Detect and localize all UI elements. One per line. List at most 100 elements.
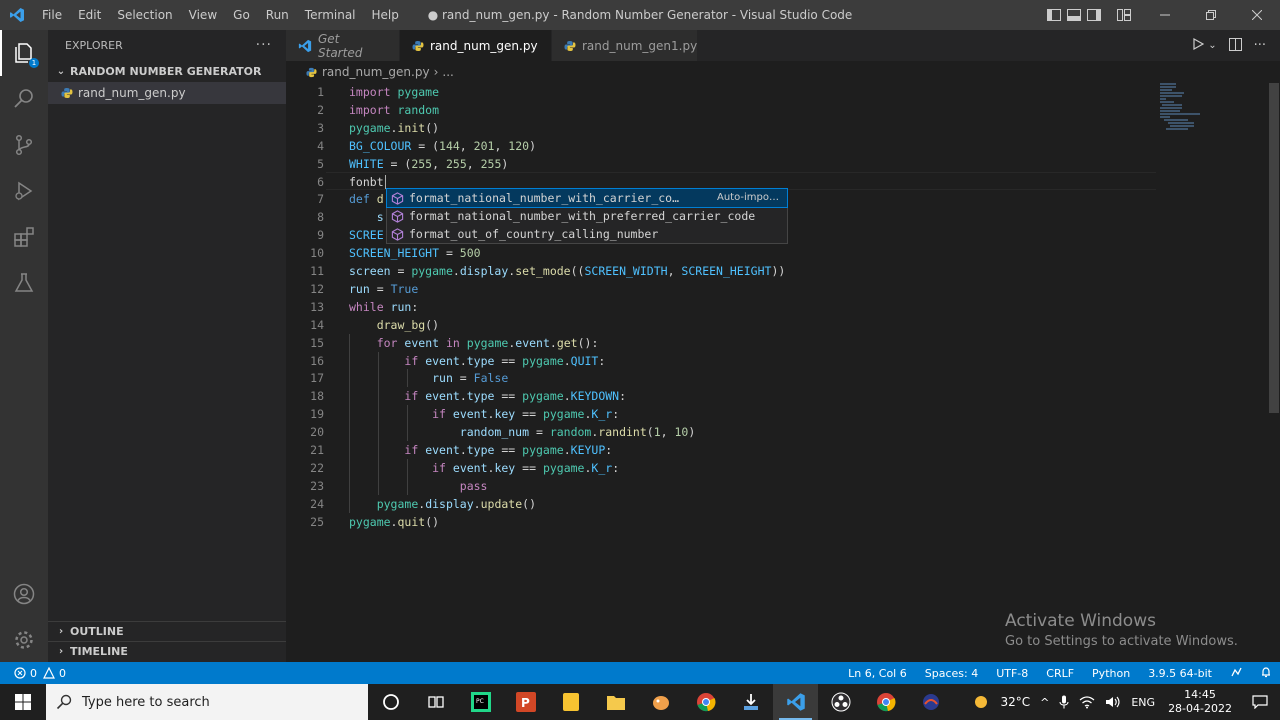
code-line[interactable]: 5 WHITE = (255, 255, 255) <box>286 155 1266 173</box>
cursor-position[interactable]: Ln 6, Col 6 <box>848 667 907 680</box>
timeline-section[interactable]: › TIMELINE <box>48 641 286 661</box>
chrome-icon[interactable] <box>683 684 728 720</box>
problems-indicator[interactable]: 0 0 <box>0 667 66 680</box>
run-debug-icon[interactable] <box>0 168 48 214</box>
installer-icon[interactable] <box>728 684 773 720</box>
indentation[interactable]: Spaces: 4 <box>925 667 978 680</box>
code-line[interactable]: 21 if event.type == pygame.KEYUP: <box>286 441 1266 459</box>
source-control-icon[interactable] <box>0 122 48 168</box>
code-editor[interactable]: 1 import pygame 2 import random 3 pygame.init… <box>286 83 1266 662</box>
code-line[interactable]: 13 while run: <box>286 298 1266 316</box>
code-line[interactable]: 4 BG_COLOUR = (144, 201, 120) <box>286 137 1266 155</box>
temperature[interactable]: 32°C <box>995 695 1035 709</box>
menu-edit[interactable]: Edit <box>70 0 109 30</box>
file-item-rand-num-gen[interactable]: rand_num_gen.py <box>48 82 286 104</box>
powerpoint-icon[interactable]: P <box>503 684 548 720</box>
testing-flask-icon[interactable] <box>0 260 48 306</box>
menu-go[interactable]: Go <box>225 0 258 30</box>
code-line[interactable]: 16 if event.type == pygame.QUIT: <box>286 352 1266 370</box>
editor-scrollbar[interactable] <box>1266 83 1280 662</box>
pycharm-icon[interactable]: PC <box>458 684 503 720</box>
input-language[interactable]: ENG <box>1126 696 1160 709</box>
media-app-icon[interactable] <box>908 684 953 720</box>
close-icon[interactable] <box>1234 0 1280 30</box>
volume-icon[interactable] <box>1100 695 1126 709</box>
explorer-icon[interactable]: 1 <box>0 30 48 76</box>
minimize-icon[interactable] <box>1142 0 1188 30</box>
network-wifi-icon[interactable] <box>1074 695 1100 709</box>
notifications-bell-icon[interactable] <box>1260 666 1272 681</box>
language-mode[interactable]: Python <box>1092 667 1130 680</box>
more-actions-button[interactable]: ··· <box>256 37 272 53</box>
end-of-line[interactable]: CRLF <box>1046 667 1074 680</box>
feedback-icon[interactable] <box>1230 666 1242 681</box>
menu-terminal[interactable]: Terminal <box>297 0 364 30</box>
chrome-profile-icon[interactable] <box>863 684 908 720</box>
code-line[interactable]: 22 if event.key == pygame.K_r: <box>286 459 1266 477</box>
code-line[interactable]: 18 if event.type == pygame.KEYDOWN: <box>286 387 1266 405</box>
code-line[interactable]: 14 draw_bg() <box>286 316 1266 334</box>
scrollbar-thumb[interactable] <box>1269 83 1279 413</box>
menu-file[interactable]: File <box>34 0 70 30</box>
suggestion-item[interactable]: format_out_of_country_calling_number <box>387 225 787 243</box>
tab-rand-num-gen1[interactable]: rand_num_gen1.py <box>552 30 698 61</box>
paint-icon[interactable] <box>638 684 683 720</box>
maximize-icon[interactable] <box>1188 0 1234 30</box>
code-line[interactable]: 23 pass <box>286 477 1266 495</box>
gear-icon[interactable] <box>0 617 48 663</box>
toggle-panel-icon[interactable] <box>1064 0 1084 30</box>
file-explorer-icon[interactable] <box>593 684 638 720</box>
code-line[interactable]: 15 for event in pygame.event.get(): <box>286 334 1266 352</box>
weather-sun-icon[interactable] <box>967 693 995 711</box>
outline-section[interactable]: › OUTLINE <box>48 621 286 641</box>
task-view-icon[interactable] <box>413 684 458 720</box>
code-line[interactable]: 20 random_num = random.randint(1, 10) <box>286 423 1266 441</box>
code-line[interactable]: 2 import random <box>286 101 1266 119</box>
obs-icon[interactable] <box>818 684 863 720</box>
menu-selection[interactable]: Selection <box>109 0 180 30</box>
code-line[interactable]: 1 import pygame <box>286 83 1266 101</box>
python-interpreter[interactable]: 3.9.5 64-bit <box>1148 667 1212 680</box>
svg-text:P: P <box>521 696 530 710</box>
menu-run[interactable]: Run <box>258 0 297 30</box>
toggle-sidebar-icon[interactable] <box>1044 0 1064 30</box>
encoding[interactable]: UTF-8 <box>996 667 1028 680</box>
customize-layout-icon[interactable] <box>1114 0 1134 30</box>
breadcrumb-file[interactable]: rand_num_gen.py <box>322 65 430 79</box>
windows-start-icon[interactable] <box>0 684 46 720</box>
action-center-icon[interactable] <box>1240 695 1280 709</box>
tab-get-started[interactable]: Get Started <box>286 30 400 61</box>
code-text: if event.type == pygame.KEYDOWN: <box>404 389 627 404</box>
extensions-icon[interactable] <box>0 214 48 260</box>
sticky-notes-icon[interactable] <box>548 684 593 720</box>
code-line[interactable]: 25 pygame.quit() <box>286 513 1266 531</box>
folder-header[interactable]: ⌄ RANDOM NUMBER GENERATOR <box>48 60 286 82</box>
tab-rand-num-gen[interactable]: rand_num_gen.py <box>400 30 552 61</box>
code-line[interactable]: 17 run = False <box>286 369 1266 387</box>
taskbar-search-box[interactable]: Type here to search <box>46 684 368 720</box>
breadcrumb-symbol[interactable]: ... <box>442 65 453 79</box>
suggestion-item[interactable]: format_national_number_with_preferred_ca… <box>387 207 787 225</box>
code-line[interactable]: 3 pygame.init() <box>286 119 1266 137</box>
code-line[interactable]: 11 screen = pygame.display.set_mode((SCRE… <box>286 262 1266 280</box>
code-line[interactable]: 12 run = True <box>286 280 1266 298</box>
suggestion-item[interactable]: format_national_number_with_carrier_co… … <box>386 188 788 208</box>
vscode-taskbar-icon[interactable] <box>773 684 818 720</box>
minimap[interactable] <box>1160 83 1264 133</box>
code-line[interactable]: 24 pygame.display.update() <box>286 495 1266 513</box>
show-hidden-icons-chevron-icon[interactable]: ^ <box>1035 696 1054 709</box>
account-icon[interactable] <box>0 571 48 617</box>
system-clock[interactable]: 14:45 28-04-2022 <box>1160 688 1240 716</box>
cortana-icon[interactable] <box>368 684 413 720</box>
run-dropdown-chevron-icon[interactable]: ⌄ <box>1208 40 1216 51</box>
code-line[interactable]: 19 if event.key == pygame.K_r: <box>286 405 1266 423</box>
toggle-secondary-sidebar-icon[interactable] <box>1084 0 1104 30</box>
split-editor-icon[interactable] <box>1228 37 1242 54</box>
menu-help[interactable]: Help <box>364 0 407 30</box>
run-python-file-icon[interactable] <box>1192 37 1205 53</box>
code-line[interactable]: 10 SCREEN_HEIGHT = 500 <box>286 244 1266 262</box>
microphone-icon[interactable] <box>1054 695 1074 709</box>
more-actions-icon[interactable]: ··· <box>1254 38 1266 53</box>
search-icon[interactable] <box>0 76 48 122</box>
menu-view[interactable]: View <box>181 0 225 30</box>
